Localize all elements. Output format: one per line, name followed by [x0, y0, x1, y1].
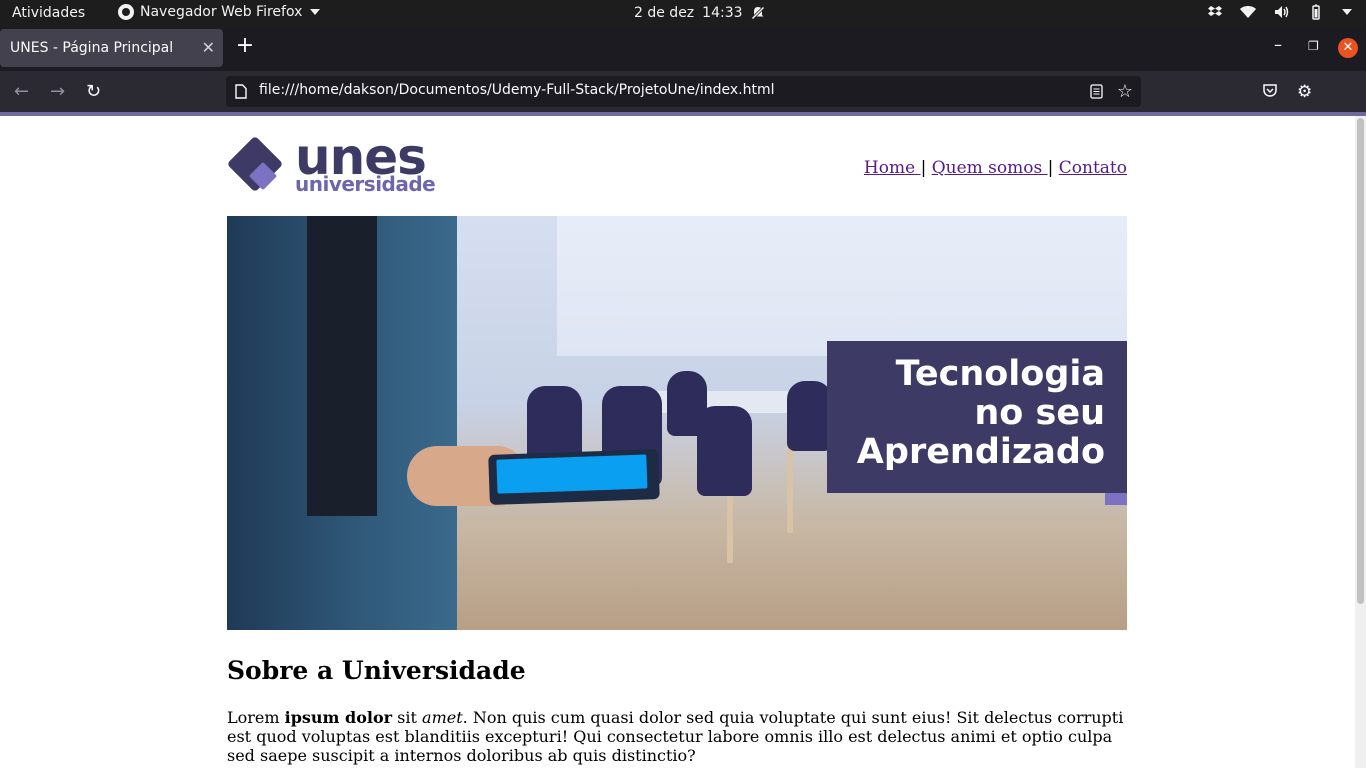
maximize-button[interactable]: ❐: [1308, 39, 1319, 53]
chevron-down-icon: [310, 9, 321, 15]
back-button[interactable]: ←: [14, 81, 29, 102]
page-scrollbar[interactable]: [1355, 116, 1366, 768]
para-italic-text: amet: [422, 708, 463, 727]
new-tab-button[interactable]: +: [233, 35, 257, 59]
logo-mark-icon: [228, 137, 282, 191]
banner-tablet: [488, 449, 660, 505]
url-bar[interactable]: file:///home/dakson/Documentos/Udemy-Ful…: [226, 76, 1141, 107]
pocket-icon[interactable]: [1262, 82, 1278, 103]
about-paragraph: Lorem ipsum dolor sit amet. Non quis cum…: [227, 708, 1132, 765]
para-text: sit: [392, 708, 423, 727]
para-text: Lorem: [227, 708, 285, 727]
web-page: unes universidade Home | Quem somos | Co…: [0, 116, 1355, 768]
banner-slogan-accent: [1105, 493, 1127, 505]
system-top-bar: Atividades Navegador Web Firefox 2 de de…: [0, 0, 1366, 27]
logo-word-universidade: universidade: [295, 172, 436, 196]
system-menu-caret: [1342, 9, 1352, 15]
wifi-icon: [1240, 6, 1256, 18]
dropbox-icon: [1208, 6, 1222, 16]
app-name: Navegador Web Firefox: [140, 4, 303, 20]
banner-slogan-line1: Tecnologia: [895, 354, 1105, 394]
hero-banner: Tecnologia no seu Aprendizado: [227, 216, 1127, 630]
forward-button[interactable]: →: [50, 81, 65, 102]
volume-icon: [1275, 6, 1289, 18]
activities-button[interactable]: Atividades: [12, 5, 85, 21]
close-window-button[interactable]: ✕: [1338, 38, 1358, 58]
nav-separator: |: [1047, 158, 1054, 178]
banner-tablet-screen: [496, 454, 648, 494]
url-text[interactable]: file:///home/dakson/Documentos/Udemy-Ful…: [259, 82, 775, 98]
minimize-button[interactable]: –: [1274, 35, 1282, 54]
banner-chair: [787, 381, 832, 451]
nav-link-quem-somos[interactable]: Quem somos: [932, 158, 1048, 178]
banner-person-shirt: [307, 216, 377, 516]
clock[interactable]: 2 de dez 14:33: [634, 5, 765, 21]
banner-slogan: Tecnologia no seu Aprendizado: [827, 341, 1127, 493]
scrollbar-thumb[interactable]: [1357, 118, 1364, 604]
section-title: Sobre a Universidade: [227, 656, 526, 685]
extensions-icon[interactable]: ⚙: [1297, 82, 1312, 102]
battery-icon: [1312, 4, 1320, 20]
reader-view-icon[interactable]: [1090, 84, 1103, 99]
banner-background-wall: [557, 216, 1127, 356]
banner-slogan-line3: Aprendizado: [856, 432, 1105, 472]
site-nav: Home | Quem somos | Contato: [864, 158, 1127, 178]
nav-link-home[interactable]: Home: [864, 158, 921, 178]
banner-slogan-line2: no seu: [974, 393, 1105, 433]
nav-link-contato[interactable]: Contato: [1059, 158, 1127, 178]
app-menu[interactable]: Navegador Web Firefox: [118, 4, 321, 20]
banner-chair: [697, 406, 752, 496]
bookmark-star-icon[interactable]: ☆: [1117, 81, 1133, 102]
system-tray[interactable]: [1208, 4, 1352, 20]
time: 14:33: [702, 5, 743, 21]
para-bold-text: ipsum dolor: [284, 708, 393, 727]
firefox-icon: [118, 4, 134, 20]
notifications-off-icon: [750, 6, 765, 20]
date: 2 de dez: [634, 5, 695, 21]
navigation-toolbar: ← → ↻ file:///home/dakson/Documentos/Ude…: [0, 71, 1366, 133]
tab-title: UNES - Página Principal: [10, 40, 174, 56]
page-icon: [235, 84, 247, 99]
nav-separator: |: [920, 158, 927, 178]
unes-logo[interactable]: unes universidade: [227, 128, 442, 196]
tab-active[interactable]: UNES - Página Principal ✕: [0, 29, 223, 67]
reload-button[interactable]: ↻: [86, 81, 101, 102]
tab-strip: UNES - Página Principal ✕ + – ❐ ✕: [0, 27, 1366, 71]
close-tab-icon[interactable]: ✕: [202, 38, 215, 57]
